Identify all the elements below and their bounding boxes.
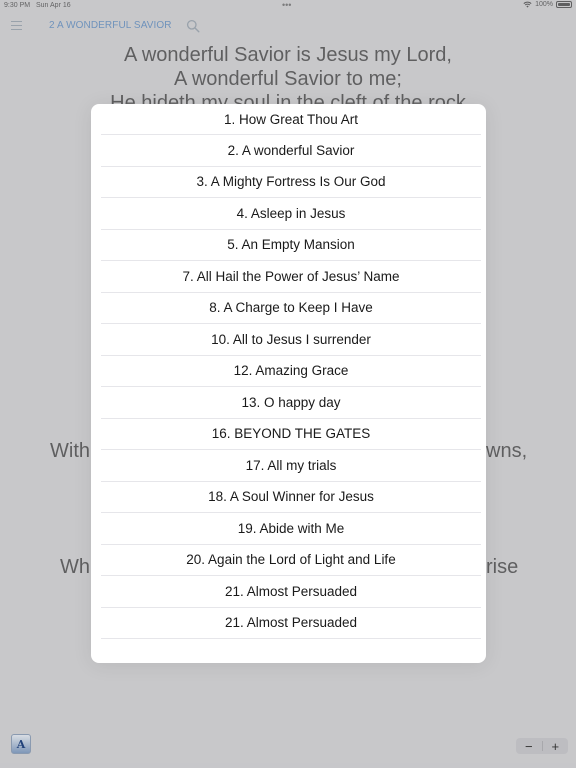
hymn-list: 1. How Great Thou Art 2. A wonderful Savi…	[91, 104, 486, 639]
hymn-list-item[interactable]: 10. All to Jesus I surrender	[101, 324, 481, 356]
hymn-list-item[interactable]: 19. Abide with Me	[101, 513, 481, 545]
hymn-list-item[interactable]: 3. A Mighty Fortress Is Our God	[101, 167, 481, 198]
hymn-list-item[interactable]: 21. Almost Persuaded	[101, 608, 481, 639]
zoom-in-button[interactable]: +	[543, 738, 569, 754]
hymn-list-item[interactable]: 18. A Soul Winner for Jesus	[101, 482, 481, 513]
hymn-list-item[interactable]: 16. BEYOND THE GATES	[101, 419, 481, 450]
hymn-list-item[interactable]: 17. All my trials	[101, 450, 481, 482]
hymn-list-item[interactable]: 8. A Charge to Keep I Have	[101, 293, 481, 324]
zoom-out-button[interactable]: −	[516, 738, 542, 754]
hymn-list-item[interactable]: 13. O happy day	[101, 387, 481, 419]
hymn-list-item[interactable]: 12. Amazing Grace	[101, 356, 481, 387]
hymn-list-item[interactable]: 1. How Great Thou Art	[101, 104, 481, 135]
hymn-list-item[interactable]: 20. Again the Lord of Light and Life	[101, 545, 481, 576]
app-icon[interactable]: A	[11, 734, 31, 754]
hymn-list-item[interactable]: 7. All Hail the Power of Jesus’ Name	[101, 261, 481, 293]
hymn-list-item[interactable]: 2. A wonderful Savior	[101, 135, 481, 167]
zoom-stepper: − +	[516, 738, 568, 754]
hymn-list-item[interactable]: 21. Almost Persuaded	[101, 576, 481, 608]
hymn-list-item[interactable]: 5. An Empty Mansion	[101, 230, 481, 261]
app-icon-letter: A	[16, 737, 26, 751]
hymn-list-item[interactable]: 4. Asleep in Jesus	[101, 198, 481, 230]
hymn-picker-popover: 1. How Great Thou Art 2. A wonderful Savi…	[91, 104, 486, 663]
